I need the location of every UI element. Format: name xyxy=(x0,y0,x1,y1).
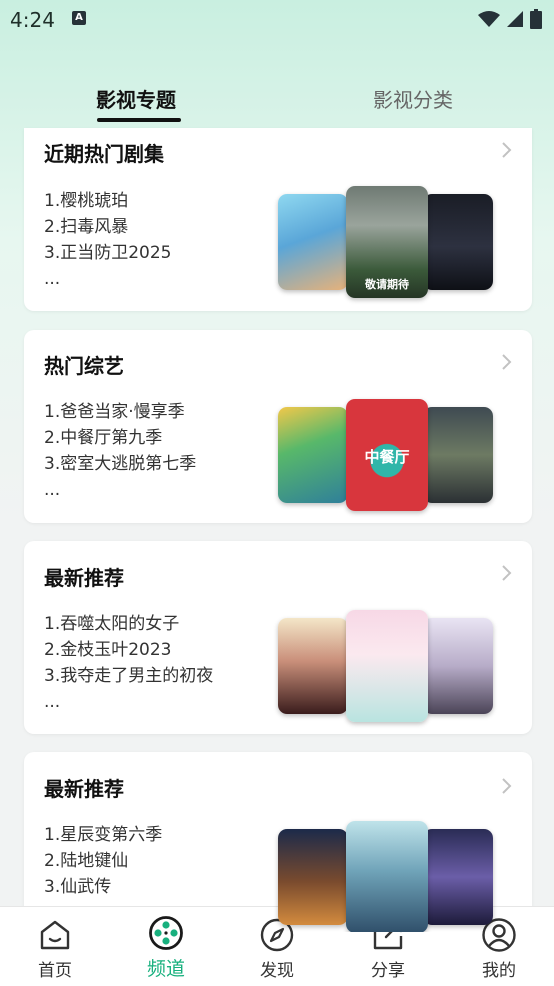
poster-image[interactable] xyxy=(423,194,493,290)
list-item[interactable]: 2.扫毒风暴 xyxy=(44,214,171,240)
list-item-more: ... xyxy=(44,692,61,712)
list-item[interactable]: 3.我夺走了男主的初夜 xyxy=(44,663,213,689)
card-title: 最新推荐 xyxy=(44,566,124,590)
home-icon xyxy=(40,920,70,950)
nav-label: 首页 xyxy=(38,961,72,981)
list-item[interactable]: 2.中餐厅第九季 xyxy=(44,425,196,451)
list-item[interactable]: 2.陆地键仙 xyxy=(44,848,162,874)
nav-item-home[interactable]: 首页 xyxy=(15,907,95,986)
status-indicators xyxy=(478,9,542,29)
poster-image[interactable] xyxy=(423,618,493,714)
nav-label: 频道 xyxy=(146,958,185,980)
poster-stack xyxy=(278,819,498,932)
card-title: 近期热门剧集 xyxy=(44,142,164,166)
chevron-right-icon[interactable] xyxy=(496,352,516,372)
poster-image[interactable] xyxy=(278,194,348,290)
poster-image[interactable] xyxy=(278,407,348,503)
list-item[interactable]: 1.樱桃琥珀 xyxy=(44,188,171,214)
list-item[interactable]: 3.密室大逃脱第七季 xyxy=(44,451,196,477)
nav-label: 我的 xyxy=(482,961,516,981)
film-reel-icon xyxy=(149,916,183,950)
tab-film-topics[interactable]: 影视专题 xyxy=(96,84,176,113)
poster-image[interactable] xyxy=(278,618,348,714)
chevron-right-icon[interactable] xyxy=(496,776,516,796)
poster-caption: 敬请期待 xyxy=(365,278,409,291)
chevron-right-icon[interactable] xyxy=(496,563,516,583)
chevron-right-icon[interactable] xyxy=(496,140,516,160)
nav-label: 分享 xyxy=(371,961,405,981)
topic-card-hot-series[interactable]: 近期热门剧集 1.樱桃琥珀 2.扫毒风暴 3.正当防卫2025 ... 敬请期待 xyxy=(24,128,532,311)
signal-icon xyxy=(507,11,523,27)
list-item-more: ... xyxy=(44,269,61,289)
notification-icon: A xyxy=(72,11,86,25)
card-item-list: 1.星辰变第六季 2.陆地键仙 3.仙武传 xyxy=(44,822,162,900)
card-item-list: 1.吞噬太阳的女子 2.金枝玉叶2023 3.我夺走了男主的初夜 ... xyxy=(44,611,213,715)
poster-image[interactable]: 中餐厅 xyxy=(346,399,428,511)
list-item[interactable]: 1.星辰变第六季 xyxy=(44,822,162,848)
poster-caption: 中餐厅 xyxy=(364,448,410,466)
status-bar: 4:24 A xyxy=(0,0,554,40)
topic-card-recommend-2[interactable]: 最新推荐 1.星辰变第六季 2.陆地键仙 3.仙武传 xyxy=(24,752,532,932)
topic-card-recommend[interactable]: 最新推荐 1.吞噬太阳的女子 2.金枝玉叶2023 3.我夺走了男主的初夜 ..… xyxy=(24,541,532,734)
card-item-list: 1.爸爸当家·慢享季 2.中餐厅第九季 3.密室大逃脱第七季 ... xyxy=(44,399,196,503)
poster-image[interactable] xyxy=(278,829,348,925)
battery-icon xyxy=(530,9,542,29)
poster-stack: 中餐厅 xyxy=(278,397,498,517)
list-item[interactable]: 2.金枝玉叶2023 xyxy=(44,637,213,663)
active-tab-indicator xyxy=(97,118,181,122)
poster-image[interactable] xyxy=(423,407,493,503)
nav-item-channel[interactable]: 频道 xyxy=(126,907,206,986)
poster-image[interactable]: 敬请期待 xyxy=(346,186,428,298)
list-item[interactable]: 3.仙武传 xyxy=(44,874,162,900)
poster-image[interactable] xyxy=(346,821,428,932)
status-time: 4:24 xyxy=(10,8,55,32)
tab-film-categories[interactable]: 影视分类 xyxy=(373,84,453,113)
card-item-list: 1.樱桃琥珀 2.扫毒风暴 3.正当防卫2025 ... xyxy=(44,188,171,292)
wifi-icon xyxy=(478,11,500,27)
poster-stack xyxy=(278,608,498,728)
poster-image[interactable] xyxy=(423,829,493,925)
topic-card-variety[interactable]: 热门综艺 1.爸爸当家·慢享季 2.中餐厅第九季 3.密室大逃脱第七季 ... … xyxy=(24,330,532,523)
list-item[interactable]: 1.吞噬太阳的女子 xyxy=(44,611,213,637)
nav-label: 发现 xyxy=(260,961,294,981)
poster-image[interactable] xyxy=(346,610,428,722)
list-item[interactable]: 1.爸爸当家·慢享季 xyxy=(44,399,196,425)
tab-bar: 影视专题 影视分类 xyxy=(0,80,554,124)
list-item-more: ... xyxy=(44,480,61,500)
card-title: 热门综艺 xyxy=(44,354,124,378)
card-title: 最新推荐 xyxy=(44,777,124,801)
poster-stack: 敬请期待 xyxy=(278,184,498,304)
list-item[interactable]: 3.正当防卫2025 xyxy=(44,240,171,266)
